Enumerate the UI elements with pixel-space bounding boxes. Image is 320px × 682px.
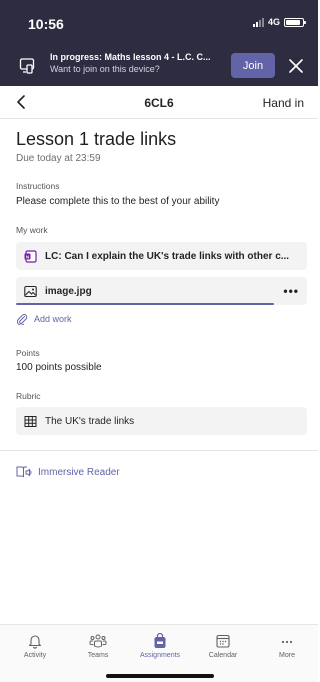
status-bar: 10:56 4G [0, 0, 318, 44]
tab-label-teams: Teams [87, 652, 109, 659]
upload-progress-underline [16, 303, 274, 305]
work-item-image[interactable]: image.jpg ••• [16, 277, 307, 305]
tab-assignments[interactable]: Assignments [130, 633, 190, 659]
due-date: Due today at 23:59 [16, 153, 101, 164]
points-text: 100 points possible [16, 362, 102, 373]
close-icon[interactable] [288, 58, 304, 74]
tab-label-assignments: Assignments [139, 652, 181, 659]
chevron-left-icon[interactable] [14, 94, 30, 110]
work-item-onenote[interactable]: N LC: Can I explain the UK's trade links… [16, 242, 307, 270]
tab-label-activity: Activity [23, 652, 47, 659]
rubric-label: Rubric [16, 391, 41, 401]
onenote-icon: N [24, 249, 37, 263]
nav-bar: 6CL6 Hand in [0, 86, 318, 119]
network-type: 4G [267, 17, 280, 27]
add-work-button[interactable]: Add work [16, 313, 72, 325]
teams-icon [89, 634, 107, 648]
tab-label-calendar: Calendar [208, 652, 238, 659]
table-grid-icon [24, 415, 37, 427]
tab-more[interactable]: More [257, 633, 317, 659]
hand-in-button[interactable]: Hand in [263, 96, 304, 110]
more-icon [281, 640, 293, 644]
rubric-title: The UK's trade links [45, 415, 135, 427]
status-indicators: 4G [252, 17, 306, 27]
banner-subtitle: Want to join on this device? [50, 64, 160, 74]
tab-calendar[interactable]: Calendar [193, 633, 253, 659]
top-header: 10:56 4G In progress: Maths lesson 4 - L… [0, 0, 318, 86]
status-time: 10:56 [28, 16, 64, 32]
tab-activity[interactable]: Activity [5, 633, 65, 659]
page-title: 6CL6 [144, 96, 174, 110]
banner-title: In progress: Maths lesson 4 - L.C. C... [50, 52, 211, 62]
banner-text: In progress: Maths lesson 4 - L.C. C... … [50, 52, 226, 74]
work-item-title: LC: Can I explain the UK's trade links w… [45, 250, 290, 262]
device-icon [19, 58, 35, 74]
bell-icon [28, 635, 42, 649]
add-work-label: Add work [34, 314, 72, 324]
meeting-banner: In progress: Maths lesson 4 - L.C. C... … [0, 46, 318, 86]
my-work-label: My work [16, 225, 48, 235]
immersive-reader-button[interactable]: Immersive Reader [16, 465, 120, 479]
points-label: Points [16, 348, 40, 358]
immersive-reader-label: Immersive Reader [38, 466, 120, 478]
work-item-more-button[interactable]: ••• [283, 284, 299, 298]
battery-icon [284, 17, 306, 27]
instructions-text: Please complete this to the best of your… [16, 196, 220, 207]
instructions-label: Instructions [16, 181, 60, 191]
section-divider [0, 450, 318, 451]
rubric-item[interactable]: The UK's trade links [16, 407, 307, 435]
svg-text:N: N [26, 254, 29, 259]
home-indicator[interactable] [106, 674, 214, 678]
tab-label-more: More [279, 652, 295, 659]
assignments-bag-icon [154, 633, 166, 648]
paperclip-icon [16, 314, 28, 325]
assignment-title: Lesson 1 trade links [16, 129, 177, 149]
calendar-icon [216, 634, 230, 648]
tab-teams[interactable]: Teams [68, 633, 128, 659]
join-button[interactable]: Join [231, 53, 275, 78]
signal-icon [252, 17, 264, 27]
work-item-filename: image.jpg [45, 285, 92, 297]
immersive-reader-icon [16, 466, 32, 478]
image-icon [24, 285, 37, 297]
